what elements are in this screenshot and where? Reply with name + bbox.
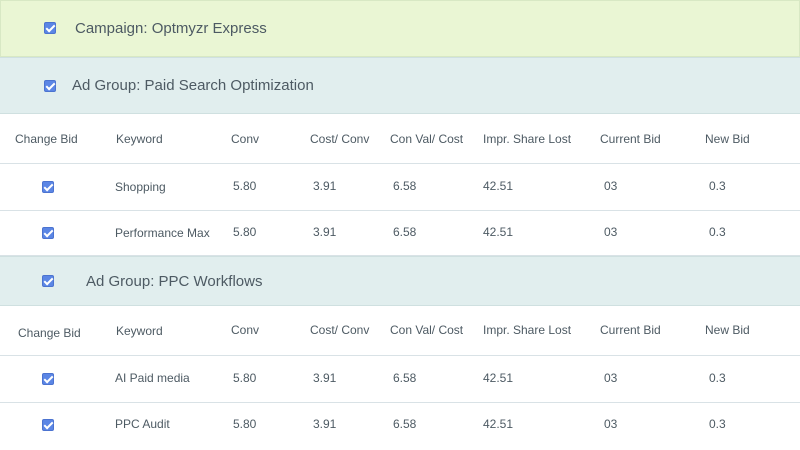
table-header-row: Change Bid Keyword Conv Cost/ Conv Con V…	[0, 114, 800, 164]
row-checkbox[interactable]	[42, 373, 54, 385]
column-header-new-bid: New Bid	[705, 323, 750, 337]
bid-changes-panel: Campaign: Optmyzr Express Ad Group: Paid…	[0, 0, 800, 450]
current-bid-cell: 03	[604, 371, 618, 385]
conv-cell: 5.80	[233, 417, 257, 431]
row-checkbox[interactable]	[42, 419, 54, 431]
column-header-keyword: Keyword	[116, 132, 163, 146]
new-bid-cell[interactable]: 0.3	[709, 371, 726, 385]
table-row: Shopping 5.80 3.91 6.58 42.51 03 0.3	[0, 164, 800, 211]
column-header-impr-share-lost: Impr. Share Lost	[483, 132, 572, 146]
conv-cell: 5.80	[233, 179, 257, 193]
conv-cell: 5.80	[233, 225, 257, 239]
con-val-cost-cell: 6.58	[393, 417, 417, 431]
campaign-title: Campaign: Optmyzr Express	[75, 20, 267, 37]
ad-group-checkbox[interactable]	[44, 80, 56, 92]
column-header-cost-conv: Cost/ Conv	[310, 132, 370, 146]
impr-share-lost-cell: 42.51	[483, 417, 514, 431]
keyword-cell: Performance Max	[115, 226, 210, 240]
row-checkbox[interactable]	[42, 227, 54, 239]
table-row: PPC Audit 5.80 3.91 6.58 42.51 03 0.3	[0, 403, 800, 450]
column-header-conv: Conv	[231, 323, 260, 337]
impr-share-lost-cell: 42.51	[483, 225, 514, 239]
ad-group-title: Ad Group: Paid Search Optimization	[72, 77, 314, 94]
ad-group-title: Ad Group: PPC Workflows	[86, 273, 263, 290]
con-val-cost-cell: 6.58	[393, 225, 417, 239]
impr-share-lost-cell: 42.51	[483, 371, 514, 385]
column-header-impr-share-lost: Impr. Share Lost	[483, 323, 572, 337]
table-row: Performance Max 5.80 3.91 6.58 42.51 03 …	[0, 211, 800, 256]
campaign-header: Campaign: Optmyzr Express	[0, 0, 800, 57]
ad-group-header: Ad Group: PPC Workflows	[0, 256, 800, 306]
column-header-new-bid: New Bid	[705, 132, 750, 146]
cost-conv-cell: 3.91	[313, 417, 337, 431]
impr-share-lost-cell: 42.51	[483, 179, 514, 193]
row-checkbox[interactable]	[42, 181, 54, 193]
column-header-current-bid: Current Bid	[600, 323, 661, 337]
column-header-con-val-cost: Con Val/ Cost	[390, 323, 464, 337]
column-header-change-bid: Change Bid	[15, 132, 78, 146]
keyword-cell: AI Paid media	[115, 371, 190, 385]
campaign-checkbox[interactable]	[44, 22, 56, 34]
column-header-cost-conv: Cost/ Conv	[310, 323, 370, 337]
cost-conv-cell: 3.91	[313, 371, 337, 385]
column-header-change-bid: Change Bid	[18, 326, 81, 340]
cost-conv-cell: 3.91	[313, 225, 337, 239]
current-bid-cell: 03	[604, 225, 618, 239]
table-header-row: Change Bid Keyword Conv Cost/ Conv Con V…	[0, 306, 800, 356]
ad-group-header: Ad Group: Paid Search Optimization	[0, 57, 800, 114]
ad-group-checkbox[interactable]	[42, 275, 54, 287]
con-val-cost-cell: 6.58	[393, 371, 417, 385]
column-header-con-val-cost: Con Val/ Cost	[390, 132, 464, 146]
keyword-cell: Shopping	[115, 180, 166, 194]
new-bid-cell[interactable]: 0.3	[709, 179, 726, 193]
current-bid-cell: 03	[604, 179, 618, 193]
column-header-current-bid: Current Bid	[600, 132, 661, 146]
cost-conv-cell: 3.91	[313, 179, 337, 193]
table-row: AI Paid media 5.80 3.91 6.58 42.51 03 0.…	[0, 356, 800, 403]
column-header-conv: Conv	[231, 132, 260, 146]
column-header-keyword: Keyword	[116, 324, 163, 338]
con-val-cost-cell: 6.58	[393, 179, 417, 193]
new-bid-cell[interactable]: 0.3	[709, 417, 726, 431]
conv-cell: 5.80	[233, 371, 257, 385]
new-bid-cell[interactable]: 0.3	[709, 225, 726, 239]
current-bid-cell: 03	[604, 417, 618, 431]
keyword-cell: PPC Audit	[115, 417, 170, 431]
